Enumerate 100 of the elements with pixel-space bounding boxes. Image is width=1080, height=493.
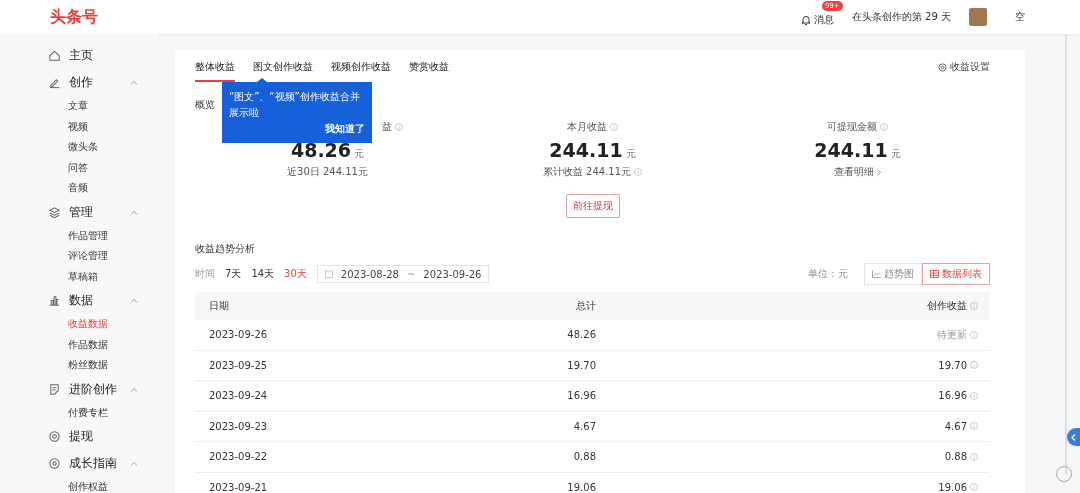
user-name[interactable]: 空: [991, 10, 1025, 24]
help-icon: [634, 168, 643, 176]
info-icon: [970, 483, 978, 492]
info-icon: [970, 422, 978, 431]
section-title: 收益趋势分析: [195, 242, 255, 256]
chevron-up-icon: [130, 209, 138, 215]
sidebar-subitem[interactable]: 评论管理: [48, 246, 158, 267]
messages-link[interactable]: 消息: [813, 13, 834, 27]
sidebar-item[interactable]: 创作: [48, 69, 138, 96]
withdraw-button[interactable]: 前往提现: [565, 194, 620, 218]
unit-label: 元: [354, 147, 365, 161]
stat-value: 244.11: [549, 139, 623, 161]
help-icon: [970, 302, 978, 310]
sidebar-subitem[interactable]: 创作权益: [48, 477, 158, 493]
chevron-up-icon: [130, 80, 138, 85]
details-link[interactable]: 查看明细: [834, 165, 874, 179]
compass-icon: [48, 457, 61, 470]
chevron-left-icon: [1071, 433, 1076, 441]
table-cell: 19.06: [938, 481, 967, 493]
bar-chart-icon: [48, 294, 61, 307]
table-cell-text: 2023-09-22: [208, 451, 269, 463]
column-header: 创作收益: [927, 299, 967, 313]
table-icon: [930, 270, 939, 278]
home-icon: [48, 49, 61, 62]
settings-icon: [938, 62, 947, 72]
table-cell: 4.67: [944, 420, 967, 432]
collapse-button[interactable]: [1067, 428, 1080, 446]
sidebar-item[interactable]: 主页: [48, 42, 138, 69]
table-cell-text: 16.96: [566, 390, 597, 402]
unit-label: 元: [625, 147, 636, 161]
sidebar-subitem[interactable]: 问答: [48, 157, 158, 178]
sidebar-item[interactable]: 进阶创作: [48, 375, 138, 403]
stat-label: 可提现金额: [827, 120, 877, 134]
tab[interactable]: 图文创作收益: [253, 52, 313, 82]
sidebar-subitem[interactable]: 视频: [48, 116, 158, 137]
layers-icon: [48, 205, 61, 219]
view-toggle[interactable]: 数据列表: [922, 263, 990, 285]
chevron-up-icon: [130, 386, 138, 392]
sidebar-item[interactable]: 管理: [48, 198, 138, 226]
help-icon: [610, 123, 618, 131]
stat-note: 累计收益 244.11元: [542, 165, 632, 179]
dismiss-button[interactable]: 我知道了: [325, 122, 365, 136]
sidebar-subitem[interactable]: 作品数据: [48, 334, 158, 355]
table-cell-text: 0.88: [572, 451, 597, 463]
bell-icon[interactable]: [799, 14, 812, 26]
coin-icon: [48, 430, 61, 443]
table-cell-text: 2023-09-24: [208, 390, 269, 402]
view-toggle[interactable]: 趋势图: [864, 263, 922, 285]
range-option[interactable]: 14天: [251, 267, 275, 281]
help-icon: [880, 123, 888, 131]
sidebar-subitem[interactable]: 草稿箱: [48, 266, 158, 287]
range-option[interactable]: 30天: [284, 267, 307, 281]
sidebar-subitem[interactable]: 作品管理: [48, 225, 158, 246]
unit-note: 单位：元: [808, 267, 848, 281]
table-cell-text: 19.06: [566, 481, 597, 493]
tooltip-text: “图文”、“视频”创作收益合并展示啦: [229, 90, 361, 120]
date-range-field[interactable]: 2023-08-28 ~ 2023-09-26: [316, 265, 490, 283]
sidebar-item[interactable]: 提现: [48, 423, 138, 450]
creation-days: 在头条创作的第 29 天: [851, 10, 951, 24]
table-cell-text: 2023-09-23: [208, 420, 269, 432]
info-icon: [970, 361, 978, 370]
sidebar-item[interactable]: 数据: [48, 287, 138, 314]
sidebar-subitem[interactable]: 收益数据: [48, 314, 158, 335]
help-icon: [395, 123, 403, 131]
time-label: 时间: [195, 267, 215, 281]
stat-label: 本月收益: [567, 120, 607, 134]
sidebar-subitem[interactable]: 音频: [48, 178, 158, 199]
chevron-right-icon: [877, 168, 881, 176]
note-icon: [48, 382, 61, 396]
table-cell: 19.70: [938, 359, 967, 371]
sidebar-subitem[interactable]: 付费专栏: [48, 402, 158, 423]
stat-value: 48.26: [290, 139, 352, 161]
table-cell-text: 4.67: [572, 420, 597, 432]
table-cell-text: 2023-09-21: [208, 481, 269, 493]
stat-value: 244.11: [814, 139, 888, 161]
column-header: 日期: [208, 299, 230, 313]
table-cell-text: 19.70: [566, 359, 597, 371]
tab[interactable]: 赞赏收益: [409, 52, 449, 82]
sidebar-subitem[interactable]: 微头条: [48, 137, 158, 158]
table-cell-text: 2023-09-26: [208, 329, 269, 341]
stat-note: 近30日 244.11元: [287, 165, 368, 179]
sidebar-subitem[interactable]: 粉丝数据: [48, 355, 158, 376]
settings-link[interactable]: 收益设置: [938, 60, 990, 74]
range-option[interactable]: 7天: [225, 267, 242, 281]
table-cell-text: 2023-09-25: [208, 359, 269, 371]
logo[interactable]: 头条号: [50, 6, 98, 28]
sidebar-subitem[interactable]: 文章: [48, 96, 158, 117]
chevron-up-icon: [130, 461, 138, 466]
table-cell: 16.96: [938, 390, 967, 402]
stat-label: 益: [382, 120, 392, 134]
unit-label: 元: [890, 147, 901, 161]
chevron-up-icon: [130, 298, 138, 303]
column-header: 总计: [575, 299, 597, 313]
table-cell: 待更新: [937, 327, 967, 342]
tab[interactable]: 视频创作收益: [331, 52, 391, 82]
section-title: 概览: [195, 98, 215, 112]
pen-icon: [48, 76, 61, 89]
sidebar-item[interactable]: 成长指南: [48, 450, 138, 477]
info-icon: [970, 330, 978, 339]
table-cell: 0.88: [944, 451, 967, 463]
